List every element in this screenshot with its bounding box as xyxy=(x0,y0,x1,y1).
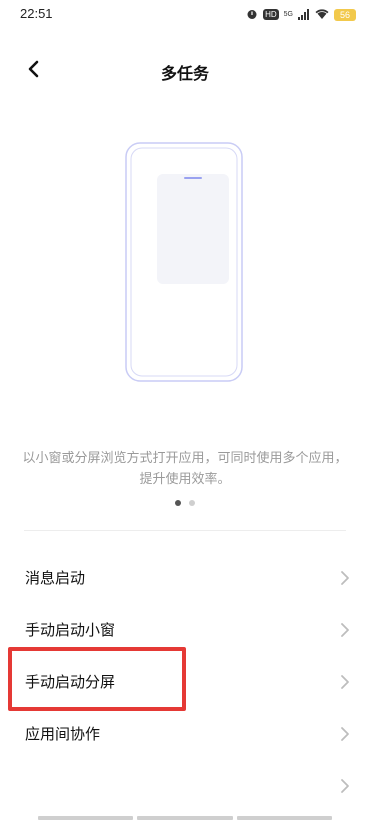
network-type-badge: 5G xyxy=(283,11,293,18)
highlight-annotation xyxy=(8,647,186,711)
feature-description: 以小窗或分屏浏览方式打开应用，可同时使用多个应用，提升使用效率。 xyxy=(22,451,348,487)
page-indicator xyxy=(0,500,370,506)
menu-item-label: 消息启动 xyxy=(25,569,86,587)
signal-icon xyxy=(298,5,310,24)
status-icons: HD 5G 56 xyxy=(246,5,356,24)
wifi-icon xyxy=(315,5,329,24)
home-indicator-segment xyxy=(137,816,233,820)
divider xyxy=(24,530,346,531)
menu-item-message-launch[interactable]: 消息启动 xyxy=(0,552,370,604)
chevron-right-icon xyxy=(338,622,352,638)
chevron-right-icon xyxy=(338,674,352,690)
page-dot-active[interactable] xyxy=(175,500,181,506)
multitask-illustration xyxy=(125,142,243,382)
menu-item-app-collaboration[interactable]: 应用间协作 xyxy=(0,708,370,760)
battery-indicator: 56 xyxy=(334,8,356,21)
menu-item-label: 手动启动小窗 xyxy=(25,621,116,639)
home-indicator[interactable] xyxy=(38,816,332,820)
status-bar: 22:51 HD 5G 56 xyxy=(0,0,370,28)
page-dot[interactable] xyxy=(189,500,195,506)
status-time: 22:51 xyxy=(20,6,53,21)
header: 多任务 xyxy=(0,50,370,90)
chevron-right-icon xyxy=(338,778,352,794)
chevron-right-icon xyxy=(338,726,352,742)
hd-badge: HD xyxy=(263,9,279,20)
menu-item-more[interactable] xyxy=(0,760,370,812)
alarm-icon xyxy=(246,5,258,24)
home-indicator-segment xyxy=(236,816,332,820)
home-indicator-segment xyxy=(38,816,134,820)
menu-item-label: 应用间协作 xyxy=(25,725,101,743)
chevron-right-icon xyxy=(338,570,352,586)
page-title: 多任务 xyxy=(160,64,209,83)
